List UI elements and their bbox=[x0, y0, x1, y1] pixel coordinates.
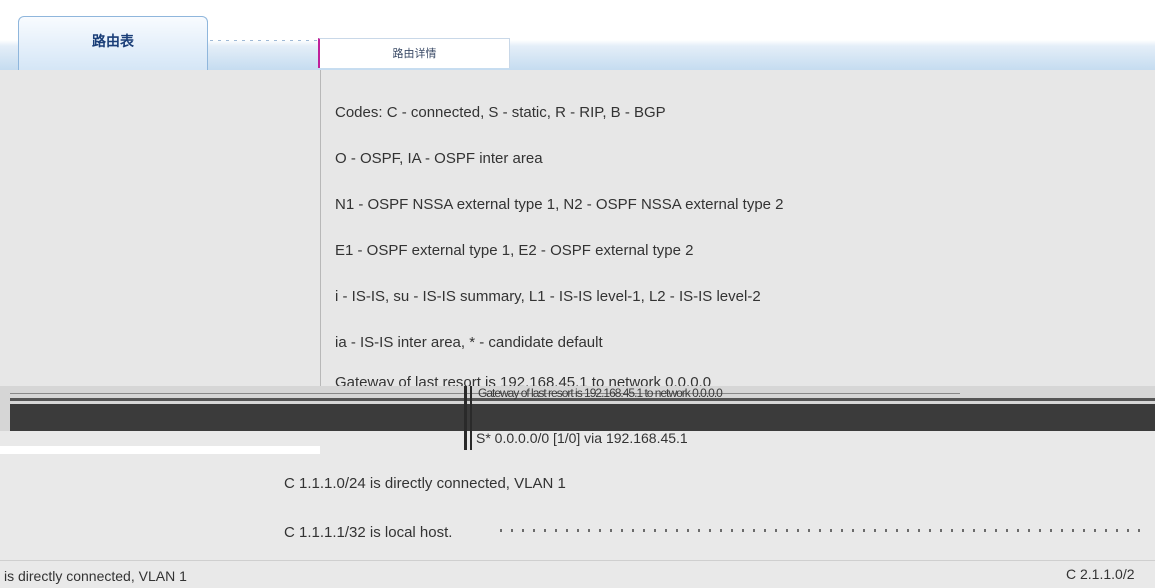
tab-route-table[interactable]: 路由表 bbox=[18, 16, 208, 70]
tab-route-details-label: 路由详情 bbox=[392, 48, 437, 60]
dotted-artifact bbox=[500, 529, 1140, 532]
route-default: S* 0.0.0.0/0 [1/0] via 192.168.45.1 bbox=[476, 430, 688, 446]
gateway-line: Gateway of last resort is 192.168.45.1 t… bbox=[335, 374, 712, 386]
codes-line: N1 - OSPF NSSA external type 1, N2 - OSP… bbox=[335, 196, 784, 213]
route-entry-head: C 2.1.1.0/2 bbox=[1066, 566, 1135, 582]
route-entry: C 1.1.1.1/32 is local host. bbox=[284, 524, 453, 537]
codes-line: Codes: C - connected, S - static, R - RI… bbox=[335, 104, 666, 121]
codes-line: E1 - OSPF external type 1, E2 - OSPF ext… bbox=[335, 242, 694, 259]
glitch-vbar bbox=[464, 386, 467, 450]
codes-line: i - IS-IS, su - IS-IS summary, L1 - IS-I… bbox=[335, 288, 761, 305]
tab-separator-line bbox=[210, 40, 318, 41]
tab-route-details[interactable]: 路由详情 bbox=[318, 38, 510, 68]
codes-line: ia - IS-IS inter area, * - candidate def… bbox=[335, 334, 603, 351]
gateway-line-clip: Gateway of last resort is 192.168.45.1 t… bbox=[335, 374, 1155, 386]
route-entry: C 1.1.1.0/24 is directly connected, VLAN… bbox=[284, 475, 566, 492]
codes-line: O - OSPF, IA - OSPF inter area bbox=[335, 150, 543, 167]
route-entry-clip: C 1.1.1.1/32 is local host. bbox=[284, 524, 534, 537]
row-divider bbox=[0, 560, 1155, 561]
glitch-dark-bar bbox=[10, 404, 1155, 432]
glitch-text: Gateway of last resort is 192.168.45.1 t… bbox=[478, 386, 723, 400]
lower-panel bbox=[0, 431, 1155, 588]
panel-divider bbox=[320, 70, 321, 386]
tab-route-table-label: 路由表 bbox=[92, 33, 134, 49]
white-strip bbox=[0, 446, 320, 454]
route-entry-tail: is directly connected, VLAN 1 bbox=[4, 568, 187, 584]
glitch-vbar bbox=[470, 386, 472, 450]
